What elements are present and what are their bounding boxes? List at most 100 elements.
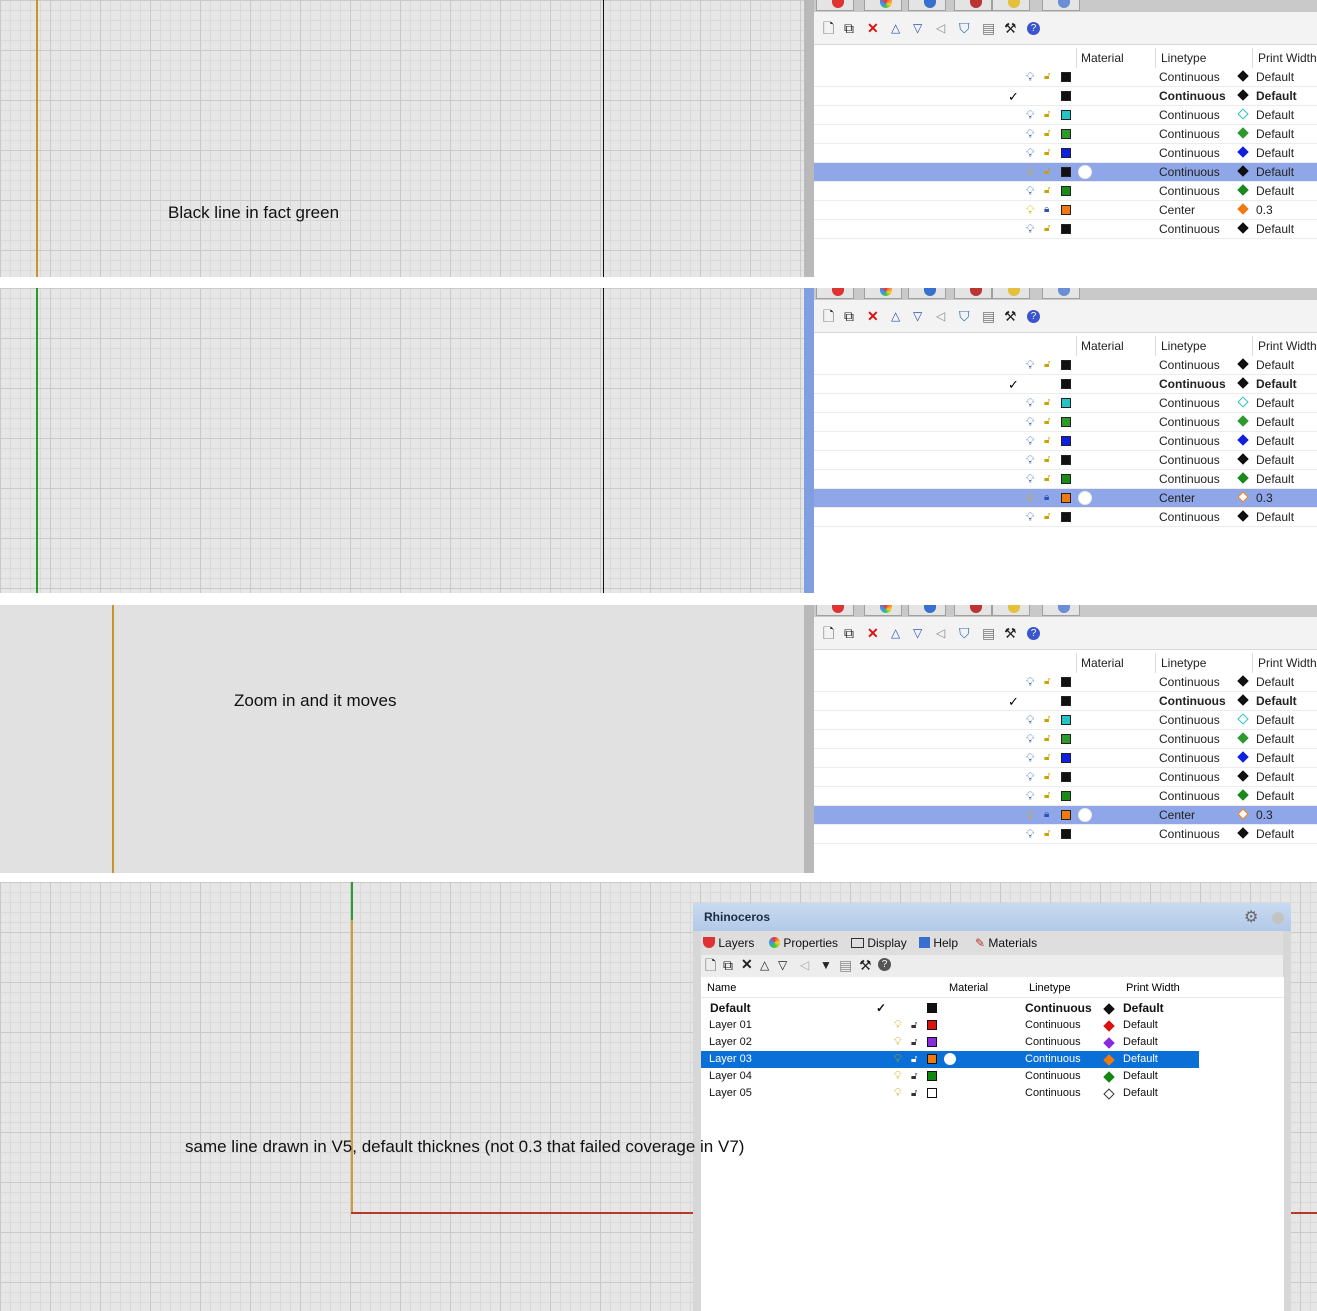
filter-icon[interactable]: ⛉	[959, 308, 970, 324]
print-width-cell[interactable]: Default	[1256, 673, 1294, 692]
line-orange-vertical[interactable]	[351, 920, 353, 1213]
move-up-icon[interactable]: △	[760, 957, 769, 973]
print-width-cell[interactable]: Default	[1256, 87, 1297, 106]
print-width-cell[interactable]: Default	[1256, 749, 1294, 768]
print-width-cell[interactable]: Default	[1256, 413, 1294, 432]
tab-materials[interactable]: ✎ Materials	[975, 934, 1037, 952]
lock-open-icon[interactable]: 🔓︎	[911, 1051, 917, 1068]
lock-open-icon[interactable]: 🔓︎	[1044, 398, 1053, 408]
material-swatch[interactable]	[1078, 491, 1092, 505]
lightbulb-icon[interactable]: 💡︎	[1026, 809, 1035, 822]
col-linetype[interactable]: Linetype	[1161, 51, 1206, 65]
layer-state-icon[interactable]: ▤	[982, 20, 995, 36]
move-out-icon[interactable]: ◁	[936, 308, 945, 324]
layer-row[interactable]: 💡︎ 🔓︎ Continuous Default	[814, 673, 1317, 692]
new-layer-icon[interactable]: 🗋	[823, 20, 834, 36]
lock-open-icon[interactable]: 🔓︎	[911, 1085, 917, 1102]
delete-icon[interactable]: ✕	[867, 308, 879, 324]
layer-color-swatch[interactable]	[927, 1088, 937, 1098]
layer-color-swatch[interactable]	[1061, 677, 1071, 687]
layer-color-swatch[interactable]	[1061, 148, 1071, 158]
layer-color-swatch[interactable]	[1061, 512, 1071, 522]
linetype-cell[interactable]: Continuous	[1159, 470, 1220, 489]
help-icon[interactable]: ?	[1027, 310, 1040, 323]
layer-row[interactable]: 💡︎ 🔓︎ Continuous Default	[814, 768, 1317, 787]
lock-open-icon[interactable]: 🔓︎	[1044, 512, 1053, 522]
layer-row[interactable]: 💡︎ 🔓︎ Continuous Default	[814, 825, 1317, 844]
layer-row[interactable]: ✓ Continuous Default	[814, 692, 1317, 711]
layer-row[interactable]: 💡︎ 🔓︎ Continuous Default	[814, 451, 1317, 470]
layer-row[interactable]: 💡︎ 🔓︎ Continuous Default	[814, 508, 1317, 527]
layer-color-swatch[interactable]	[1061, 360, 1071, 370]
print-width-cell[interactable]: Default	[1256, 432, 1294, 451]
layer-row[interactable]: Layer 02 💡︎ 🔓︎ Continuous Default	[701, 1034, 1284, 1051]
move-up-icon[interactable]: △	[891, 625, 900, 641]
col-linetype[interactable]: Linetype	[1161, 339, 1206, 353]
print-width-cell[interactable]: Default	[1123, 1017, 1158, 1034]
col-material[interactable]: Material	[1081, 656, 1124, 670]
tools-icon[interactable]: ⚒	[1004, 625, 1017, 641]
layer-color-swatch[interactable]	[1061, 167, 1071, 177]
delete-icon[interactable]: ✕	[867, 625, 879, 641]
layer-row[interactable]: 💡︎ 🔓︎ Continuous Default	[814, 220, 1317, 239]
linetype-cell[interactable]: Continuous	[1159, 711, 1220, 730]
linetype-cell[interactable]: Continuous	[1159, 394, 1220, 413]
lightbulb-icon[interactable]: 💡︎	[1026, 71, 1035, 84]
layer-row[interactable]: 💡︎ 🔒︎ Center 0.3	[814, 806, 1317, 825]
lock-open-icon[interactable]: 🔓︎	[1044, 129, 1053, 139]
lightbulb-icon[interactable]: 💡︎	[1026, 166, 1035, 179]
new-sublayer-icon[interactable]: ⧉	[723, 957, 733, 973]
linetype-cell[interactable]: Continuous	[1025, 1034, 1081, 1051]
layer-color-swatch[interactable]	[1061, 110, 1071, 120]
layer-color-swatch[interactable]	[1061, 474, 1071, 484]
print-width-cell[interactable]: Default	[1256, 163, 1294, 182]
print-width-cell[interactable]: Default	[1256, 825, 1294, 844]
layer-row[interactable]: 💡︎ 🔓︎ Continuous Default	[814, 144, 1317, 163]
move-down-icon[interactable]: ▽	[778, 957, 787, 973]
linetype-cell[interactable]: Continuous	[1025, 1085, 1081, 1102]
layer-name[interactable]: Layer 01	[709, 1017, 752, 1034]
move-out-icon[interactable]: ◁	[800, 957, 809, 973]
lock-closed-icon[interactable]: 🔒︎	[1044, 493, 1053, 503]
tab-display[interactable]: Display	[851, 934, 907, 952]
layer-state-icon[interactable]: ▤	[839, 957, 852, 973]
current-layer-check-icon[interactable]: ✓	[876, 1000, 886, 1017]
new-layer-icon[interactable]: 🗋	[823, 625, 834, 641]
layer-row[interactable]: Layer 03 💡︎ 🔓︎ Continuous Default	[701, 1051, 1199, 1068]
layer-row[interactable]: Layer 05 💡︎ 🔓︎ Continuous Default	[701, 1085, 1284, 1102]
layer-color-swatch[interactable]	[1061, 129, 1071, 139]
print-width-cell[interactable]: Default	[1256, 356, 1294, 375]
layer-color-swatch[interactable]	[1061, 398, 1071, 408]
tools-icon[interactable]: ⚒	[859, 957, 872, 973]
print-width-cell[interactable]: Default	[1123, 1085, 1158, 1102]
layer-color-swatch[interactable]	[1061, 224, 1071, 234]
print-width-cell[interactable]: Default	[1256, 787, 1294, 806]
print-width-cell[interactable]: Default	[1123, 1068, 1158, 1085]
layer-color-swatch[interactable]	[1061, 772, 1071, 782]
layer-name[interactable]: Layer 03	[709, 1051, 752, 1068]
move-out-icon[interactable]: ◁	[936, 20, 945, 36]
v5-title-bar[interactable]: Rhinoceros ⚙	[693, 903, 1291, 931]
col-print-width[interactable]: Print Width	[1126, 979, 1180, 997]
print-width-cell[interactable]: Default	[1256, 692, 1297, 711]
lock-open-icon[interactable]: 🔓︎	[911, 1034, 917, 1051]
layer-color-swatch[interactable]	[1061, 455, 1071, 465]
lock-open-icon[interactable]: 🔓︎	[1044, 167, 1053, 177]
linetype-cell[interactable]: Continuous	[1159, 825, 1220, 844]
print-width-cell[interactable]: Default	[1256, 144, 1294, 163]
layer-row[interactable]: 💡︎ 🔓︎ Continuous Default	[814, 68, 1317, 87]
tab-properties[interactable]: Properties	[769, 934, 838, 952]
layer-color-swatch[interactable]	[1061, 91, 1071, 101]
layer-color-swatch[interactable]	[927, 1071, 937, 1081]
layer-row[interactable]: 💡︎ 🔓︎ Continuous Default	[814, 470, 1317, 489]
lock-open-icon[interactable]: 🔓︎	[1044, 186, 1053, 196]
layer-color-swatch[interactable]	[1061, 810, 1071, 820]
lightbulb-icon[interactable]: 💡︎	[1026, 416, 1035, 429]
vertical-line-black[interactable]	[603, 0, 604, 277]
lightbulb-icon[interactable]: 💡︎	[1026, 752, 1035, 765]
lightbulb-icon[interactable]: 💡︎	[1026, 147, 1035, 160]
gear-icon[interactable]: ⚙	[1244, 907, 1258, 927]
lightbulb-icon[interactable]: 💡︎	[1026, 185, 1035, 198]
layer-row[interactable]: Layer 04 💡︎ 🔓︎ Continuous Default	[701, 1068, 1284, 1085]
lock-open-icon[interactable]: 🔓︎	[1044, 72, 1053, 82]
